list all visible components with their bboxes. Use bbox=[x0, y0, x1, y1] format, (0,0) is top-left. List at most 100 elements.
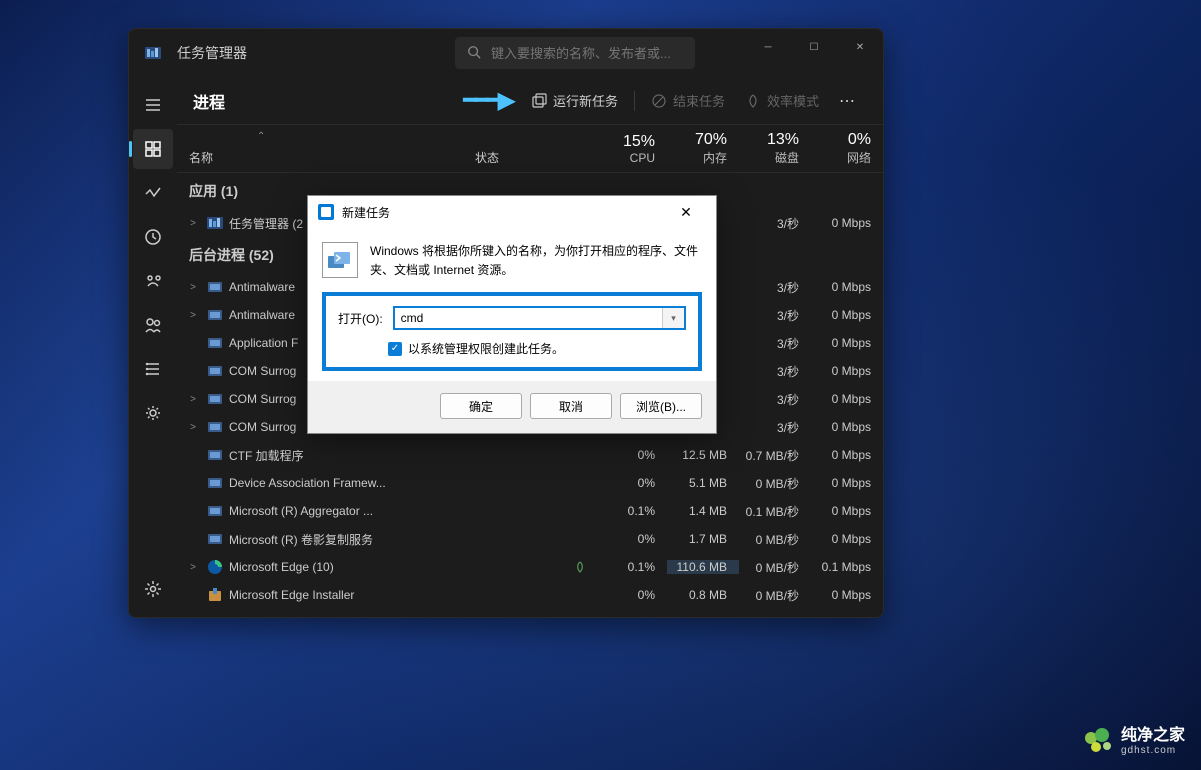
disk-cell: 3/秒 bbox=[739, 335, 811, 352]
search-icon bbox=[467, 45, 481, 62]
mem-cell: 12.5 MB bbox=[667, 448, 739, 462]
open-combobox[interactable]: ▾ bbox=[393, 306, 686, 330]
process-icon bbox=[207, 279, 223, 295]
browse-button[interactable]: 浏览(B)... bbox=[620, 393, 702, 419]
search-box[interactable] bbox=[455, 37, 695, 69]
expand-icon[interactable]: > bbox=[185, 310, 201, 321]
process-icon bbox=[207, 503, 223, 519]
process-name: CTF 加载程序 bbox=[229, 447, 505, 464]
process-name: Microsoft (R) Aggregator ... bbox=[229, 504, 505, 518]
nav-users[interactable] bbox=[133, 305, 173, 345]
cpu-cell: 0% bbox=[595, 588, 667, 602]
sidebar bbox=[129, 77, 177, 617]
expand-icon[interactable]: > bbox=[185, 562, 201, 573]
nav-startup[interactable] bbox=[133, 261, 173, 301]
dialog-titlebar: 新建任务 ✕ bbox=[308, 196, 716, 228]
titlebar: 任务管理器 ─ ☐ ✕ bbox=[129, 29, 883, 77]
mem-cell: 110.6 MB bbox=[667, 560, 739, 574]
process-name: Microsoft Edge Installer bbox=[229, 588, 505, 602]
disk-cell: 0 MB/秒 bbox=[739, 475, 811, 492]
disk-cell: 0 MB/秒 bbox=[739, 559, 811, 576]
nav-details[interactable] bbox=[133, 349, 173, 389]
open-label: 打开(O): bbox=[338, 310, 383, 327]
process-name: Microsoft Edge (10) bbox=[229, 560, 505, 574]
net-cell: 0 Mbps bbox=[811, 476, 883, 490]
disk-cell: 3/秒 bbox=[739, 307, 811, 324]
watermark-logo-icon bbox=[1085, 728, 1113, 756]
dropdown-icon[interactable]: ▾ bbox=[662, 308, 684, 328]
efficiency-label: 效率模式 bbox=[767, 91, 819, 110]
cpu-cell: 0% bbox=[595, 532, 667, 546]
net-cell: 0 Mbps bbox=[811, 336, 883, 350]
col-disk[interactable]: 13%磁盘 bbox=[739, 125, 811, 172]
mem-cell: 0.8 MB bbox=[667, 588, 739, 602]
disk-cell: 3/秒 bbox=[739, 419, 811, 436]
process-icon bbox=[207, 419, 223, 435]
cancel-button[interactable]: 取消 bbox=[530, 393, 612, 419]
watermark: 纯净之家 gdhst.com bbox=[1085, 727, 1185, 756]
expand-icon[interactable]: > bbox=[185, 218, 201, 229]
efficiency-leaf-icon bbox=[565, 560, 595, 574]
net-cell: 0 Mbps bbox=[811, 588, 883, 602]
watermark-text: 纯净之家 bbox=[1121, 727, 1185, 745]
search-input[interactable] bbox=[491, 46, 683, 61]
col-name[interactable]: ⌃名称 bbox=[177, 125, 475, 172]
disk-cell: 0 MB/秒 bbox=[739, 531, 811, 548]
table-header: ⌃名称 状态 15%CPU 70%内存 13%磁盘 0%网络 bbox=[177, 125, 883, 173]
process-icon bbox=[207, 559, 223, 575]
nav-services[interactable] bbox=[133, 393, 173, 433]
process-row[interactable]: CTF 加载程序0%12.5 MB0.7 MB/秒0 Mbps bbox=[177, 441, 883, 469]
col-cpu[interactable]: 15%CPU bbox=[595, 125, 667, 172]
end-task-label: 结束任务 bbox=[673, 91, 725, 110]
close-button[interactable]: ✕ bbox=[837, 29, 883, 65]
col-mem[interactable]: 70%内存 bbox=[667, 125, 739, 172]
cpu-cell: 0.1% bbox=[595, 560, 667, 574]
page-title: 进程 bbox=[193, 89, 225, 113]
process-row[interactable]: Microsoft (R) Aggregator ...0.1%1.4 MB0.… bbox=[177, 497, 883, 525]
disk-cell: 3/秒 bbox=[739, 363, 811, 380]
maximize-button[interactable]: ☐ bbox=[791, 29, 837, 65]
expand-icon[interactable]: > bbox=[185, 282, 201, 293]
process-icon bbox=[207, 587, 223, 603]
mem-cell: 1.4 MB bbox=[667, 504, 739, 518]
process-icon bbox=[207, 215, 223, 231]
run-task-button[interactable]: 运行新任务 bbox=[521, 85, 628, 116]
disk-cell: 0 MB/秒 bbox=[739, 587, 811, 604]
process-icon bbox=[207, 307, 223, 323]
col-status[interactable]: 状态 bbox=[475, 125, 595, 172]
menu-button[interactable] bbox=[133, 85, 173, 125]
dialog-icon bbox=[318, 204, 334, 220]
expand-icon[interactable]: > bbox=[185, 394, 201, 405]
app-icon bbox=[145, 47, 161, 59]
process-icon bbox=[207, 475, 223, 491]
net-cell: 0 Mbps bbox=[811, 504, 883, 518]
process-row[interactable]: >Microsoft Edge (10)0.1%110.6 MB0 MB/秒0.… bbox=[177, 553, 883, 581]
net-cell: 0 Mbps bbox=[811, 532, 883, 546]
nav-history[interactable] bbox=[133, 217, 173, 257]
minimize-button[interactable]: ─ bbox=[745, 29, 791, 65]
end-task-button[interactable]: 结束任务 bbox=[641, 85, 735, 116]
admin-checkbox[interactable]: ✓ bbox=[388, 342, 402, 356]
mem-cell: 5.1 MB bbox=[667, 476, 739, 490]
more-button[interactable]: ⋯ bbox=[829, 85, 867, 117]
settings-button[interactable] bbox=[133, 569, 173, 609]
admin-label: 以系统管理权限创建此任务。 bbox=[408, 340, 564, 357]
dialog-message: Windows 将根据你所键入的名称，为你打开相应的程序、文件夹、文档或 Int… bbox=[370, 242, 702, 280]
disk-cell: 3/秒 bbox=[739, 215, 811, 232]
ok-button[interactable]: 确定 bbox=[440, 393, 522, 419]
efficiency-button[interactable]: 效率模式 bbox=[735, 85, 829, 116]
net-cell: 0 Mbps bbox=[811, 392, 883, 406]
expand-icon[interactable]: > bbox=[185, 422, 201, 433]
process-icon bbox=[207, 447, 223, 463]
dialog-close-button[interactable]: ✕ bbox=[666, 198, 706, 226]
net-cell: 0 Mbps bbox=[811, 364, 883, 378]
disk-cell: 3/秒 bbox=[739, 279, 811, 296]
col-net[interactable]: 0%网络 bbox=[811, 125, 883, 172]
nav-performance[interactable] bbox=[133, 173, 173, 213]
open-input[interactable] bbox=[395, 308, 662, 328]
process-row[interactable]: Microsoft (R) 卷影复制服务0%1.7 MB0 MB/秒0 Mbps bbox=[177, 525, 883, 553]
process-row[interactable]: Microsoft Edge Installer 0%0.8 MB0 MB/秒0 … bbox=[177, 581, 883, 609]
run-icon bbox=[322, 242, 358, 278]
process-row[interactable]: Device Association Framew...0%5.1 MB0 MB… bbox=[177, 469, 883, 497]
nav-processes[interactable] bbox=[133, 129, 173, 169]
